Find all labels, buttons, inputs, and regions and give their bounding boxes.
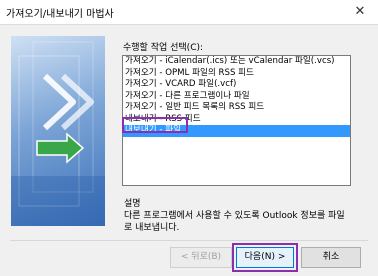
list-item-import-icalendar[interactable]: 가져오기 - iCalendar(.ics) 또는 vCalendar 파일(.…	[123, 56, 350, 68]
close-icon[interactable]: ✕	[342, 0, 378, 24]
button-separator	[10, 240, 368, 241]
description-group: 설명 다른 프로그램에서 사용할 수 있도록 Outlook 정보를 파일로 내…	[122, 199, 351, 240]
list-item-import-rss-common-feed[interactable]: 가져오기 - 일반 피드 목록의 RSS 피드	[123, 102, 350, 114]
next-button-highlight	[232, 243, 298, 272]
title-bar: 가져오기/내보내기 마법사 ✕	[0, 0, 378, 24]
list-item-import-opml[interactable]: 가져오기 - OPML 파일의 RSS 피드	[123, 68, 350, 80]
description-label: 설명	[124, 199, 141, 209]
list-item-import-other-program[interactable]: 가져오기 - 다른 프로그램이나 파일	[123, 91, 350, 103]
wizard-arrows-graphic	[11, 41, 105, 226]
action-list-label: 수행할 작업 선택(C):	[123, 43, 204, 53]
back-button[interactable]: < 뒤로(B)	[170, 247, 232, 268]
cancel-button[interactable]: 취소	[301, 247, 361, 268]
window-title: 가져오기/내보내기 마법사	[6, 9, 114, 20]
export-file-highlight	[122, 117, 188, 133]
list-item-import-vcard[interactable]: 가져오기 - VCARD 파일(.vcf)	[123, 79, 350, 91]
wizard-illustration	[11, 36, 105, 226]
description-text: 다른 프로그램에서 사용할 수 있도록 Outlook 정보를 파일로 내보냅니…	[124, 211, 345, 233]
